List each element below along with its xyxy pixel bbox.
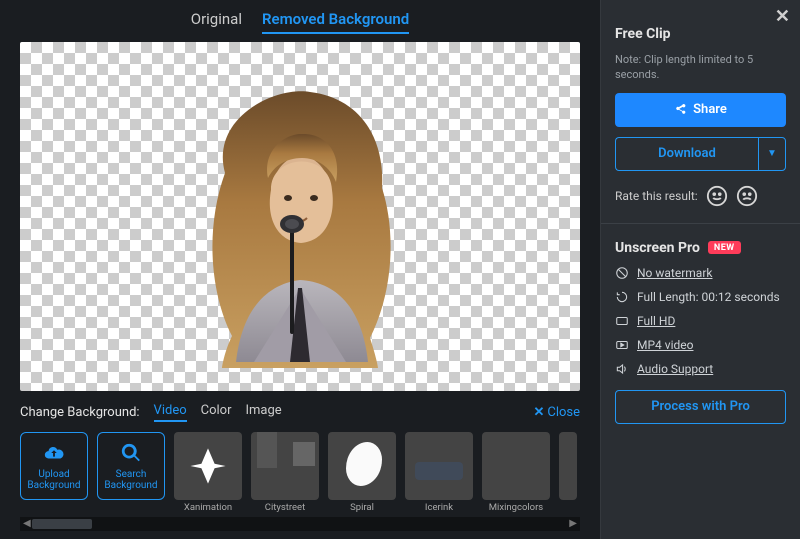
bg-thumb-more[interactable] <box>559 432 577 500</box>
feature-full-hd: Full HD <box>615 314 786 328</box>
bg-thumb-citystreet[interactable]: Citystreet <box>251 432 319 513</box>
rate-label: Rate this result: <box>615 189 698 203</box>
bg-thumb-mixingcolors[interactable]: Mixingcolors <box>482 432 550 513</box>
thumbnail-image <box>482 432 550 500</box>
bg-thumb-spiral[interactable]: Spiral <box>328 432 396 513</box>
thumbnail-image <box>174 432 242 500</box>
thumbnail-image <box>559 432 577 500</box>
thumbnail-image <box>405 432 473 500</box>
free-clip-title: Free Clip <box>615 26 786 42</box>
feature-label: Full Length: 00:12 seconds <box>637 290 780 304</box>
feature-mp4: MP4 video <box>615 338 786 352</box>
bg-tab-color[interactable]: Color <box>201 403 232 422</box>
process-pro-label: Process with Pro <box>651 399 750 414</box>
feature-audio: Audio Support <box>615 362 786 376</box>
divider <box>601 223 800 224</box>
download-button-group: Download ▼ <box>615 137 786 171</box>
search-icon <box>120 442 142 464</box>
play-icon <box>615 338 629 352</box>
no-watermark-icon <box>615 266 629 280</box>
download-label: Download <box>658 146 716 161</box>
rate-sad-button[interactable] <box>736 185 758 207</box>
close-panel-button[interactable]: ✕ <box>775 6 790 27</box>
pro-heading: Unscreen Pro NEW <box>615 240 786 256</box>
thumbnail-label: Spiral <box>350 502 374 513</box>
background-thumbnails: Upload Background Search Background Xani… <box>20 432 580 513</box>
feature-label: MP4 video <box>637 338 693 352</box>
new-badge: NEW <box>708 241 741 254</box>
change-background-bar: Change Background: Video Color Image ✕ C… <box>20 403 580 422</box>
process-with-pro-button[interactable]: Process with Pro <box>615 390 786 424</box>
download-button[interactable]: Download <box>615 137 758 171</box>
bg-tab-video[interactable]: Video <box>154 403 187 422</box>
background-source-tabs: Video Color Image <box>154 403 282 422</box>
share-label: Share <box>693 102 727 117</box>
preview-canvas <box>20 42 580 391</box>
speaker-icon <box>615 362 629 376</box>
thumbnail-label: Xanimation <box>184 502 232 513</box>
share-button[interactable]: Share <box>615 93 786 127</box>
bg-tab-image[interactable]: Image <box>245 403 281 422</box>
close-label: Close <box>547 405 580 420</box>
main-panel: Original Removed Background <box>0 0 600 539</box>
feature-label: No watermark <box>637 266 712 280</box>
close-backgrounds-link[interactable]: ✕ Close <box>533 405 580 420</box>
scroll-right-icon[interactable]: ▶ <box>569 518 577 529</box>
pro-title: Unscreen Pro <box>615 240 700 256</box>
search-background-label: Search Background <box>98 469 164 491</box>
change-background-label: Change Background: <box>20 405 140 420</box>
scroll-left-icon[interactable]: ◀ <box>23 518 31 529</box>
subject-cutout <box>170 78 430 368</box>
sidebar: ✕ Free Clip Note: Clip length limited to… <box>600 0 800 539</box>
scroll-handle[interactable] <box>32 519 92 529</box>
tab-original[interactable]: Original <box>191 10 242 34</box>
tab-removed-background[interactable]: Removed Background <box>262 10 409 34</box>
thumbnails-scrollbar[interactable]: ◀ ▶ <box>20 517 580 531</box>
rate-result-row: Rate this result: <box>615 185 786 207</box>
upload-background-label: Upload Background <box>21 469 87 491</box>
preview-tabs: Original Removed Background <box>20 10 580 42</box>
feature-no-watermark: No watermark <box>615 266 786 280</box>
feature-label: Audio Support <box>637 362 713 376</box>
free-clip-note: Note: Clip length limited to 5 seconds. <box>615 52 786 83</box>
refresh-icon <box>615 290 629 304</box>
search-background-button[interactable]: Search Background <box>97 432 165 500</box>
cloud-upload-icon <box>43 442 65 464</box>
thumbnail-image <box>328 432 396 500</box>
share-icon <box>674 103 687 116</box>
thumbnail-label: Citystreet <box>265 502 305 513</box>
scroll-track[interactable] <box>32 521 568 527</box>
smile-icon <box>706 185 728 207</box>
frown-icon <box>736 185 758 207</box>
chevron-down-icon: ▼ <box>767 148 777 159</box>
thumbnail-label: Mixingcolors <box>489 502 543 513</box>
upload-background-button[interactable]: Upload Background <box>20 432 88 500</box>
feature-label: Full HD <box>637 314 675 328</box>
download-dropdown-toggle[interactable]: ▼ <box>758 137 786 171</box>
close-icon: ✕ <box>533 405 544 420</box>
hd-icon <box>615 314 629 328</box>
thumbnail-image <box>251 432 319 500</box>
bg-thumb-xanimation[interactable]: Xanimation <box>174 432 242 513</box>
feature-full-length: Full Length: 00:12 seconds <box>615 290 786 304</box>
thumbnail-label: Icerink <box>425 502 453 513</box>
bg-thumb-icerink[interactable]: Icerink <box>405 432 473 513</box>
rate-happy-button[interactable] <box>706 185 728 207</box>
